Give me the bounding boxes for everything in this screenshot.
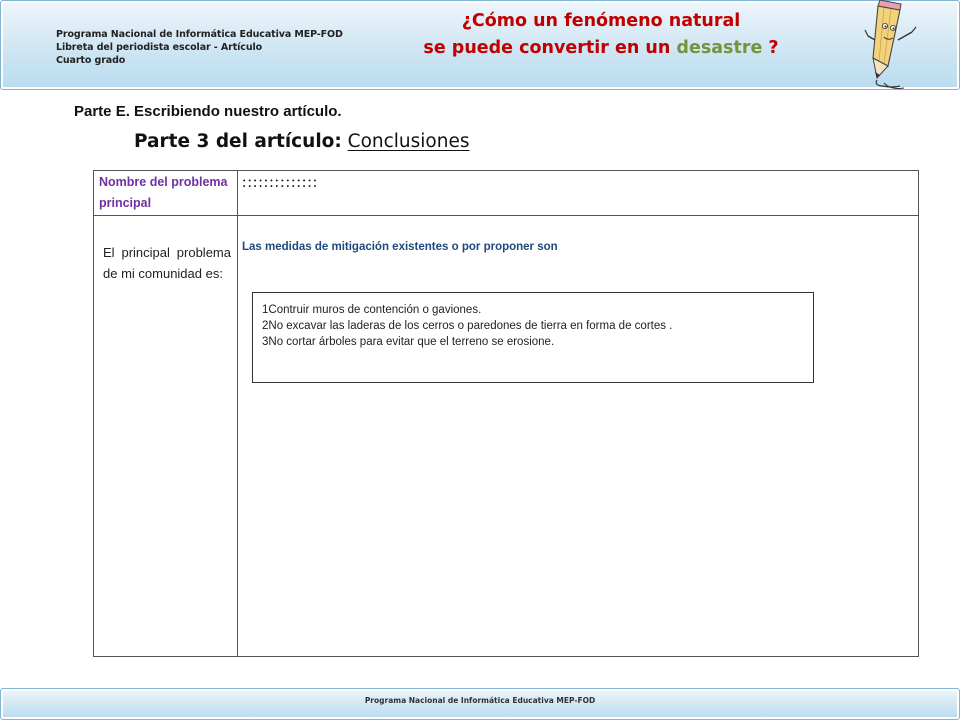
mitigation-measures-label: Las medidas de mitigación existentes o p… bbox=[242, 241, 558, 253]
subtitle-lead: Parte 3 del artículo: bbox=[134, 131, 342, 152]
problem-name-field[interactable]: :::::::::::::: bbox=[242, 174, 318, 192]
notebook-name: Libreta del periodista escolar - Artícul… bbox=[56, 42, 263, 53]
footer-program-name: Programa Nacional de Informática Educati… bbox=[364, 696, 596, 705]
header-program-info: Programa Nacional de Informática Educati… bbox=[56, 28, 343, 67]
conclusions-table: Nombre del problema principal ::::::::::… bbox=[93, 170, 919, 657]
section-subtitle: Parte 3 del artículo: Conclusiones bbox=[134, 131, 470, 152]
problem-name-label: Nombre del problema principal bbox=[99, 175, 228, 210]
page-title: ¿Cómo un fenómeno natural se puede conve… bbox=[406, 8, 796, 62]
measure-item-1: 1Contruir muros de contención o gaviones… bbox=[262, 304, 482, 316]
main-problem-label: El principal problema de mi comunidad es… bbox=[103, 245, 231, 281]
subtitle-topic: Conclusiones bbox=[347, 131, 470, 152]
title-line-2-start: se puede convertir en un bbox=[423, 38, 677, 58]
part-heading: Parte E. Escribiendo nuestro artículo. bbox=[74, 103, 342, 120]
title-line-1: ¿Cómo un fenómeno natural bbox=[461, 11, 741, 31]
measure-item-3: 3No cortar árboles para evitar que el te… bbox=[262, 336, 555, 348]
grade-level: Cuarto grado bbox=[56, 55, 126, 66]
pencil-character-icon bbox=[864, 0, 917, 89]
measure-item-2: 2No excavar las laderas de los cerros o … bbox=[262, 320, 673, 332]
title-line-2-accent: desastre bbox=[676, 38, 763, 58]
mitigation-measures-box[interactable]: 1Contruir muros de contención o gaviones… bbox=[252, 292, 814, 383]
table-divider-horizontal bbox=[94, 215, 918, 216]
header-banner: Programa Nacional de Informática Educati… bbox=[0, 0, 960, 90]
title-line-2-end: ? bbox=[762, 38, 779, 58]
footer-banner: Programa Nacional de Informática Educati… bbox=[0, 688, 960, 720]
program-name: Programa Nacional de Informática Educati… bbox=[56, 29, 343, 40]
table-divider-vertical bbox=[237, 171, 238, 656]
